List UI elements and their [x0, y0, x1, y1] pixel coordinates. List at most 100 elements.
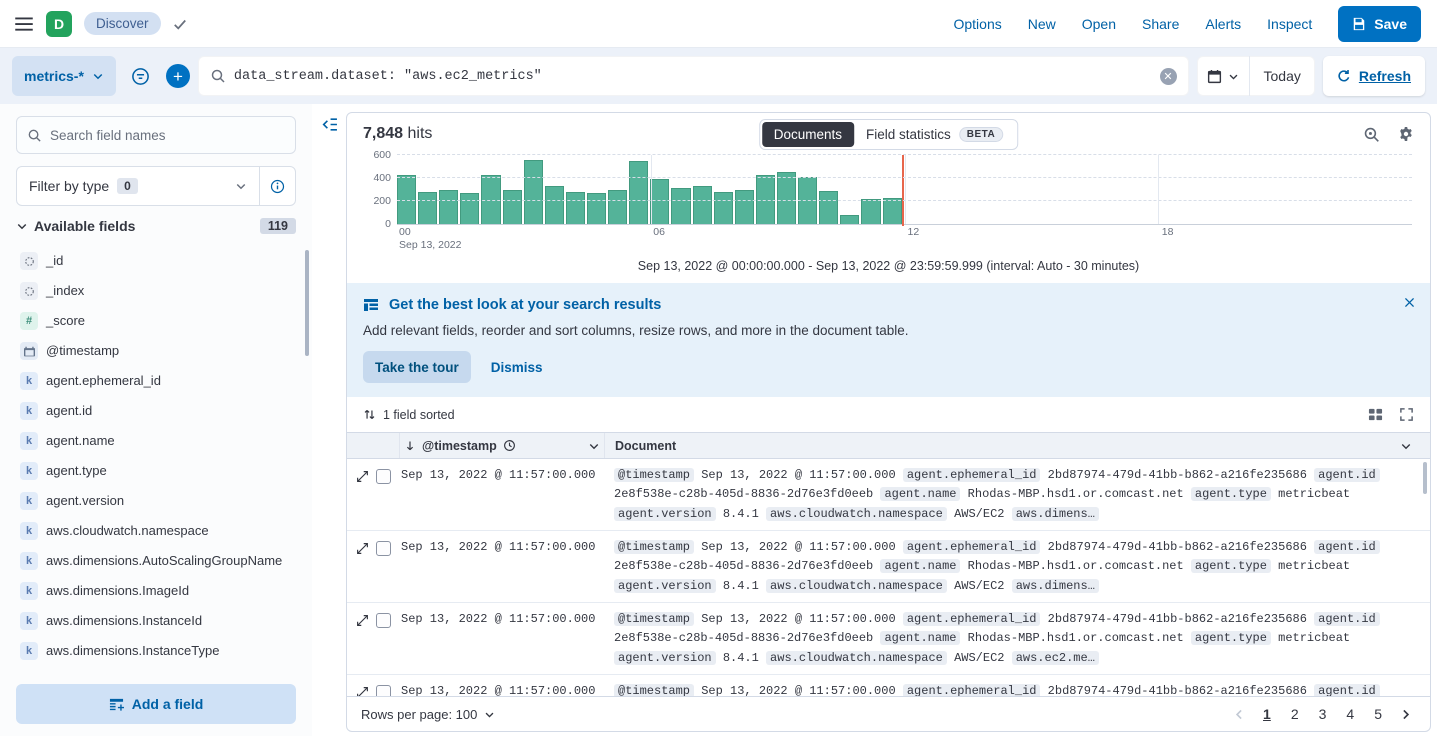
histogram-bar[interactable]	[650, 179, 669, 224]
field-item[interactable]: #aws.​ec2.​instance.​core.​count	[16, 666, 298, 672]
row-checkbox[interactable]	[376, 685, 391, 696]
sorted-fields-button[interactable]: 1 field sorted	[383, 408, 455, 422]
document-cell[interactable]: @timestamp Sep 13, 2022 @ 11:57:00.000 a…	[604, 464, 1430, 524]
available-fields-header[interactable]: Available fields 119	[16, 218, 312, 234]
expand-row-icon[interactable]	[356, 613, 369, 627]
document-cell[interactable]: @timestamp Sep 13, 2022 @ 11:57:00.000 a…	[604, 680, 1430, 696]
dismiss-button[interactable]: Dismiss	[491, 360, 543, 375]
previous-page-icon[interactable]	[1229, 708, 1250, 721]
field-item[interactable]: kagent.​version	[16, 486, 298, 516]
page-button-2[interactable]: 2	[1284, 704, 1306, 724]
query-input[interactable]	[234, 69, 1152, 84]
field-item[interactable]: _index	[16, 276, 298, 306]
gear-icon[interactable]	[1398, 126, 1414, 142]
tab-field-statistics[interactable]: Field statistics BETA	[854, 122, 1015, 147]
histogram-bar[interactable]	[861, 199, 880, 224]
tab-documents[interactable]: Documents	[762, 122, 854, 147]
menu-icon[interactable]	[14, 14, 34, 34]
field-filter-info-button[interactable]	[259, 167, 295, 205]
document-cell[interactable]: @timestamp Sep 13, 2022 @ 11:57:00.000 a…	[604, 536, 1430, 596]
histogram-bar[interactable]	[439, 190, 458, 225]
histogram-bar[interactable]	[587, 193, 606, 224]
field-search-input[interactable]	[50, 128, 285, 143]
histogram-bar[interactable]	[524, 160, 543, 224]
page-button-3[interactable]: 3	[1312, 704, 1334, 724]
filter-by-type-button[interactable]: Filter by type 0	[17, 178, 259, 194]
saved-query-button[interactable]	[124, 56, 158, 96]
histogram-bar[interactable]	[819, 191, 838, 224]
nav-link-new[interactable]: New	[1028, 16, 1056, 32]
page-button-5[interactable]: 5	[1367, 704, 1389, 724]
chevron-down-icon[interactable]	[1400, 440, 1412, 452]
nav-link-open[interactable]: Open	[1082, 16, 1116, 32]
timestamp-cell[interactable]: Sep 13, 2022 @ 11:57:00.000	[399, 608, 604, 668]
clear-query-icon[interactable]: ✕	[1160, 68, 1177, 85]
field-item[interactable]: kaws.​dimensions.​InstanceId	[16, 606, 298, 636]
histogram-bar[interactable]	[777, 172, 796, 224]
chevron-down-icon[interactable]	[588, 440, 600, 452]
expand-row-icon[interactable]	[356, 541, 369, 555]
breadcrumb[interactable]: Discover	[84, 12, 161, 35]
nav-link-alerts[interactable]: Alerts	[1205, 16, 1241, 32]
timestamp-cell[interactable]: Sep 13, 2022 @ 11:57:00.000	[399, 464, 604, 524]
add-filter-button[interactable]: +	[166, 64, 190, 88]
histogram-bar[interactable]	[545, 186, 564, 224]
sidebar-scrollbar[interactable]	[305, 250, 309, 356]
row-checkbox[interactable]	[376, 541, 391, 556]
date-quick-select[interactable]: Today	[1250, 68, 1315, 84]
column-header-document[interactable]: Document	[604, 433, 1430, 458]
page-button-1[interactable]: 1	[1256, 704, 1278, 724]
histogram-bar[interactable]	[608, 190, 627, 225]
histogram-bar[interactable]	[693, 186, 712, 224]
nav-link-inspect[interactable]: Inspect	[1267, 16, 1312, 32]
display-options-icon[interactable]	[1368, 407, 1383, 422]
page-button-4[interactable]: 4	[1339, 704, 1361, 724]
histogram-bar[interactable]	[883, 198, 902, 224]
expand-row-icon[interactable]	[356, 469, 369, 483]
row-checkbox[interactable]	[376, 613, 391, 628]
close-icon[interactable]	[1403, 296, 1416, 309]
histogram-bar[interactable]	[460, 193, 479, 224]
histogram-bar[interactable]	[840, 215, 859, 224]
field-item[interactable]: kaws.​dimensions.​InstanceType	[16, 636, 298, 666]
refresh-button[interactable]: Refresh	[1323, 56, 1425, 96]
date-picker-calendar-button[interactable]	[1197, 56, 1250, 96]
field-item[interactable]: kaws.​dimensions.​AutoScalingGroupName	[16, 546, 298, 576]
add-a-field-button[interactable]: Add a field	[16, 684, 296, 724]
histogram-bar[interactable]	[629, 161, 648, 224]
take-the-tour-button[interactable]: Take the tour	[363, 351, 471, 383]
histogram-bar[interactable]	[671, 188, 690, 224]
histogram-bar[interactable]	[735, 190, 754, 225]
next-page-icon[interactable]	[1395, 708, 1416, 721]
field-item[interactable]: _id	[16, 246, 298, 276]
data-view-picker[interactable]: metrics-*	[12, 56, 116, 96]
document-cell[interactable]: @timestamp Sep 13, 2022 @ 11:57:00.000 a…	[604, 608, 1430, 668]
field-item[interactable]: kaws.​cloudwatch.​namespace	[16, 516, 298, 546]
collapse-sidebar-icon[interactable]	[321, 116, 338, 133]
histogram-plot[interactable]: 0200400600	[397, 155, 1412, 225]
rows-per-page-button[interactable]: Rows per page: 100	[361, 707, 495, 722]
histogram-bar[interactable]	[566, 192, 585, 224]
nav-link-options[interactable]: Options	[953, 16, 1001, 32]
nav-link-share[interactable]: Share	[1142, 16, 1179, 32]
field-item[interactable]: kagent.​type	[16, 456, 298, 486]
histogram-bar[interactable]	[418, 192, 437, 224]
fullscreen-icon[interactable]	[1399, 407, 1414, 422]
timestamp-cell[interactable]: Sep 13, 2022 @ 11:57:00.000	[399, 680, 604, 696]
timestamp-cell[interactable]: Sep 13, 2022 @ 11:57:00.000	[399, 536, 604, 596]
grid-scrollbar[interactable]	[1423, 462, 1427, 494]
expand-row-icon[interactable]	[356, 685, 369, 696]
deployment-logo[interactable]: D	[46, 11, 72, 37]
row-checkbox[interactable]	[376, 469, 391, 484]
inspect-icon[interactable]	[1363, 126, 1380, 143]
column-header-timestamp[interactable]: @timestamp	[399, 433, 604, 458]
histogram-bar[interactable]	[714, 192, 733, 224]
field-item[interactable]: kagent.​id	[16, 396, 298, 426]
field-item[interactable]: #_score	[16, 306, 298, 336]
field-item[interactable]: @timestamp	[16, 336, 298, 366]
save-button[interactable]: Save	[1338, 6, 1421, 42]
histogram-bar[interactable]	[503, 190, 522, 225]
field-item[interactable]: kagent.​ephemeral_id	[16, 366, 298, 396]
field-item[interactable]: kagent.​name	[16, 426, 298, 456]
field-item[interactable]: kaws.​dimensions.​ImageId	[16, 576, 298, 606]
